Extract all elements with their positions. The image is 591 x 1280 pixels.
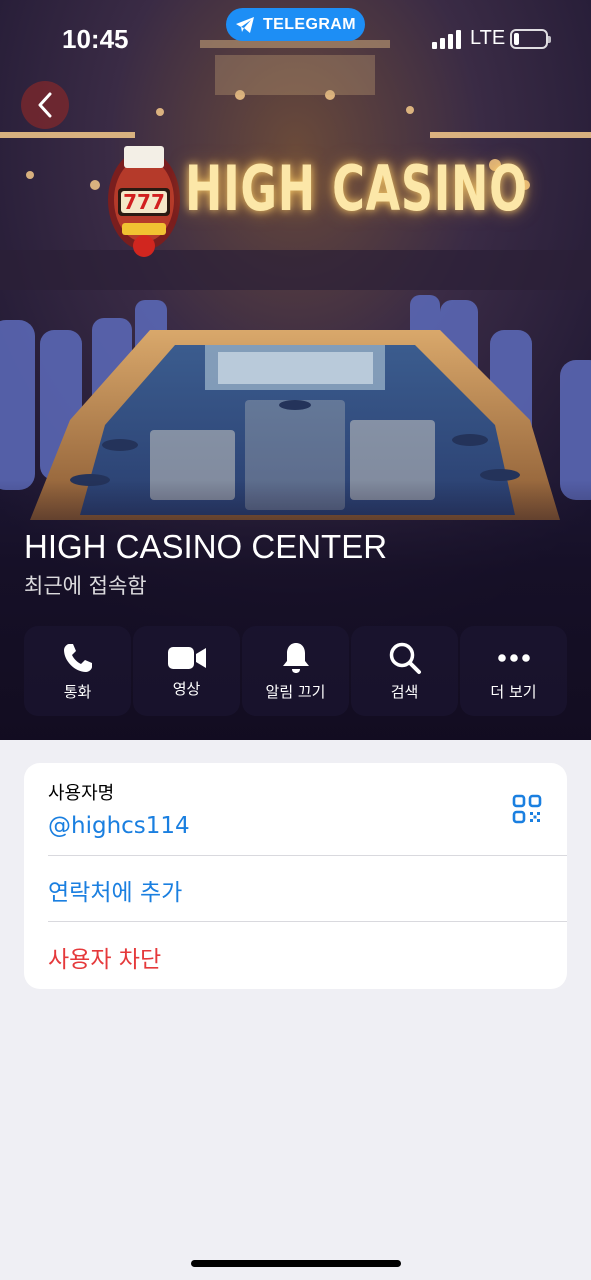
casino-logo-text: HIGH CASINO xyxy=(185,152,528,225)
more-label: 더 보기 xyxy=(490,682,537,701)
telegram-plane-icon xyxy=(236,16,254,33)
profile-last-seen: 최근에 접속함 xyxy=(24,574,147,598)
username-caption: 사용자명 xyxy=(48,783,115,804)
svg-text:777: 777 xyxy=(123,190,165,214)
call-label: 통화 xyxy=(63,682,92,701)
divider xyxy=(48,855,567,856)
more-icon xyxy=(497,653,530,662)
divider xyxy=(48,921,567,922)
video-label: 영상 xyxy=(172,679,201,698)
home-indicator xyxy=(191,1260,401,1267)
search-label: 검색 xyxy=(390,682,419,701)
phone-icon xyxy=(63,643,92,672)
profile-info-card: 사용자명 @highcs114 연락처에 추가 사용자 차단 xyxy=(24,763,567,989)
battery-icon xyxy=(510,29,551,49)
casino-logo-emblem: 777 xyxy=(108,146,180,257)
call-button[interactable]: 통화 xyxy=(24,626,131,716)
mute-label: 알림 끄기 xyxy=(265,682,326,701)
more-button[interactable]: 더 보기 xyxy=(460,626,567,716)
video-icon xyxy=(167,646,206,669)
username-row[interactable]: 사용자명 @highcs114 xyxy=(48,779,190,839)
qr-code-button[interactable] xyxy=(512,794,542,824)
profile-actions: 통화 영상 알림 끄기 검색 더 보기 xyxy=(24,626,567,716)
block-user-button[interactable]: 사용자 차단 xyxy=(48,940,161,974)
video-call-button[interactable]: 영상 xyxy=(133,626,240,716)
search-icon xyxy=(389,642,421,674)
bell-icon xyxy=(282,642,309,673)
mute-button[interactable]: 알림 끄기 xyxy=(242,626,349,716)
cellular-signal-icon xyxy=(432,30,461,49)
telegram-pill-label: TELEGRAM xyxy=(263,15,356,33)
telegram-app-pill[interactable]: TELEGRAM xyxy=(226,8,365,41)
qr-code-icon xyxy=(512,794,542,824)
search-button[interactable]: 검색 xyxy=(351,626,458,716)
chevron-left-icon xyxy=(38,92,52,118)
network-type: LTE xyxy=(470,27,506,49)
profile-name: HIGH CASINO CENTER xyxy=(24,528,388,565)
status-time: 10:45 xyxy=(62,24,129,54)
add-to-contacts-button[interactable]: 연락처에 추가 xyxy=(48,873,182,907)
username-value[interactable]: @highcs114 xyxy=(48,813,190,839)
profile-header: 777 HIGH CASINO 10:45 TELEGRAM LTE HIGH … xyxy=(0,0,591,740)
back-button[interactable] xyxy=(21,81,69,129)
